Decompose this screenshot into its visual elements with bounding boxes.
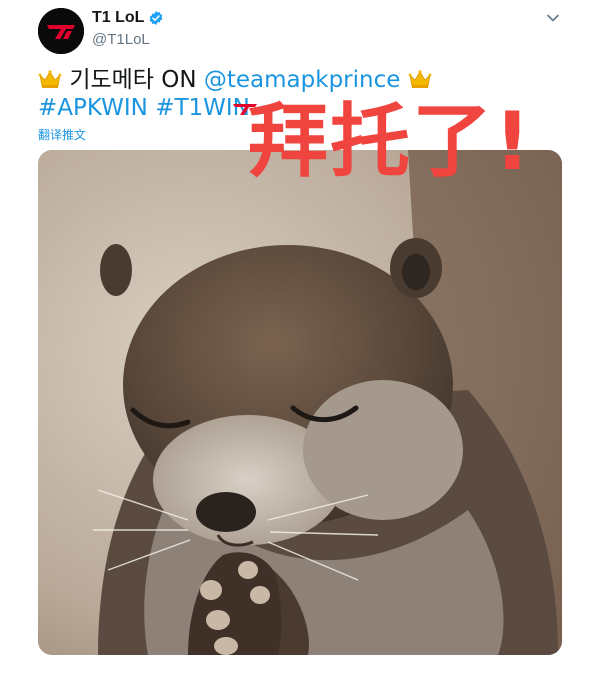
otter-photo [38,150,562,655]
hashtag-link[interactable]: #APKWIN [38,95,148,121]
verified-badge-icon [150,11,163,25]
account-name-text: T1 LoL [92,9,145,26]
t1-logo-icon [38,8,84,54]
mention-link[interactable]: @teamapkprince [204,67,401,93]
overlay-caption: 拜托了! [248,95,533,188]
tweet-hashtags: #APKWIN #T1WIN [38,94,250,122]
account-name[interactable]: T1 LoL [92,9,164,27]
profile-avatar[interactable] [38,8,84,54]
tweet-media-image[interactable] [38,150,562,655]
crown-emoji-icon [38,70,62,88]
chevron-down-icon[interactable] [545,10,561,26]
crown-emoji-icon [408,70,432,88]
tweet-text-korean: 기도메타 ON [69,67,204,93]
translate-tweet-link[interactable]: 翻译推文 [38,126,86,143]
account-handle[interactable]: @T1LoL [92,31,150,48]
tweet-text: 기도메타 ON @teamapkprince [38,66,432,94]
